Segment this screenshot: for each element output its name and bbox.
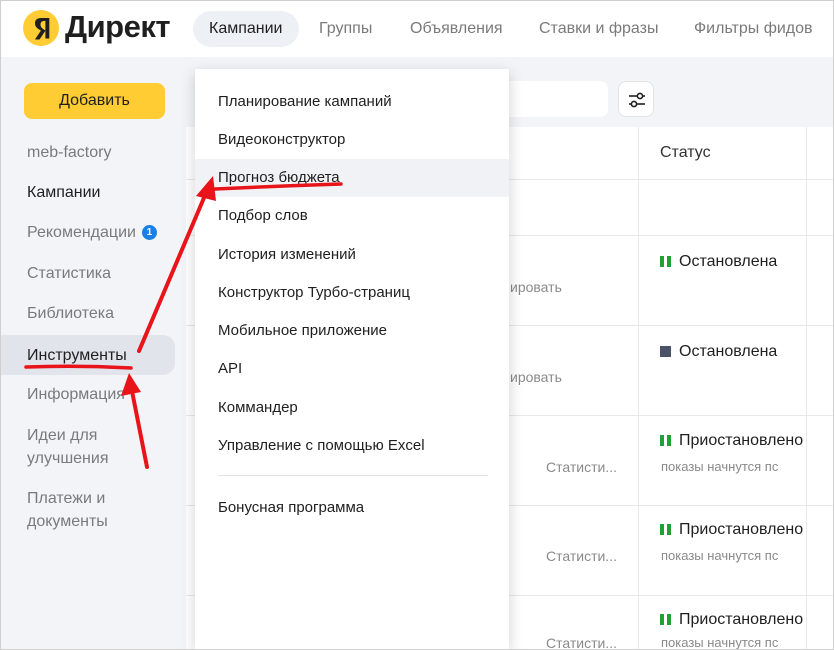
app-window: Директ Кампании Группы Объявления Ставки… — [0, 0, 834, 650]
menu-item-bonus-program[interactable]: Бонусная программа — [195, 489, 509, 527]
menu-item-video-constructor[interactable]: Видеоконструктор — [195, 121, 509, 159]
pause-icon — [660, 524, 671, 536]
top-navigation: Директ Кампании Группы Объявления Ставки… — [1, 1, 833, 57]
sidebar-item-library[interactable]: Библиотека — [27, 302, 114, 325]
menu-item-keyword-selection[interactable]: Подбор слов — [195, 197, 509, 235]
tab-campaigns[interactable]: Кампании — [193, 11, 299, 47]
sidebar: Добавить meb-factory Кампании Рекомендац… — [1, 57, 186, 649]
menu-item-turbo-pages[interactable]: Конструктор Турбо-страниц — [195, 274, 509, 312]
status-note: показы начнутся пс — [661, 635, 779, 650]
sidebar-item-label: Рекомендации — [27, 224, 136, 241]
pause-icon — [660, 435, 671, 447]
pause-icon — [660, 256, 671, 268]
status-note: показы начнутся пс — [661, 548, 779, 563]
statistics-link[interactable]: Статисти... — [546, 459, 617, 475]
sidebar-item-recommendations[interactable]: Рекомендации 1 — [27, 221, 157, 244]
status-note: показы начнутся пс — [661, 459, 779, 474]
menu-item-campaign-planning[interactable]: Планирование кампаний — [195, 83, 509, 121]
sliders-icon — [629, 92, 645, 108]
status-cell: Остановлена — [660, 253, 777, 271]
filter-settings-button[interactable] — [618, 81, 654, 117]
sidebar-item-campaigns[interactable]: Кампании — [27, 181, 101, 204]
menu-item-budget-forecast[interactable]: Прогноз бюджета — [195, 159, 509, 197]
tab-groups[interactable]: Группы — [303, 11, 388, 47]
sidebar-item-account[interactable]: meb-factory — [27, 141, 111, 164]
table-divider — [806, 127, 807, 649]
status-cell: Приостановлено — [660, 521, 806, 539]
row-action-text[interactable]: ировать — [510, 369, 562, 385]
tab-ads[interactable]: Объявления — [394, 11, 519, 47]
table-divider — [638, 127, 639, 649]
row-action-text[interactable]: ировать — [510, 279, 562, 295]
statistics-link[interactable]: Статисти... — [546, 548, 617, 564]
status-cell: Приостановлено — [660, 611, 806, 629]
menu-divider — [218, 475, 488, 476]
sidebar-item-tools[interactable]: Инструменты — [27, 344, 127, 367]
menu-item-mobile-app[interactable]: Мобильное приложение — [195, 312, 509, 350]
tools-dropdown-menu: Планирование кампаний Видеоконструктор П… — [195, 69, 509, 649]
brand-title[interactable]: Директ — [65, 9, 171, 45]
tab-bids[interactable]: Ставки и фразы — [523, 11, 674, 47]
status-cell: Остановлена — [660, 343, 777, 361]
menu-item-excel[interactable]: Управление с помощью Excel — [195, 427, 509, 465]
pause-icon — [660, 614, 671, 626]
stop-icon — [660, 346, 671, 358]
tab-feed-filters[interactable]: Фильтры фидов — [678, 11, 829, 47]
sidebar-item-information[interactable]: Информация — [27, 383, 125, 406]
status-column-header[interactable]: Статус — [660, 144, 711, 162]
recommendations-count-badge: 1 — [141, 225, 157, 240]
statistics-link[interactable]: Статисти... — [546, 635, 617, 649]
sidebar-item-ideas[interactable]: Идеи для улучшения — [27, 424, 137, 470]
sidebar-item-payments[interactable]: Платежи и документы — [27, 487, 127, 533]
menu-item-commander[interactable]: Коммандер — [195, 389, 509, 427]
yandex-logo-icon[interactable] — [23, 10, 59, 46]
status-cell: Приостановлено — [660, 432, 806, 450]
menu-item-change-history[interactable]: История изменений — [195, 236, 509, 274]
sidebar-item-statistics[interactable]: Статистика — [27, 262, 111, 285]
menu-item-api[interactable]: API — [195, 350, 509, 388]
add-button[interactable]: Добавить — [24, 83, 165, 119]
